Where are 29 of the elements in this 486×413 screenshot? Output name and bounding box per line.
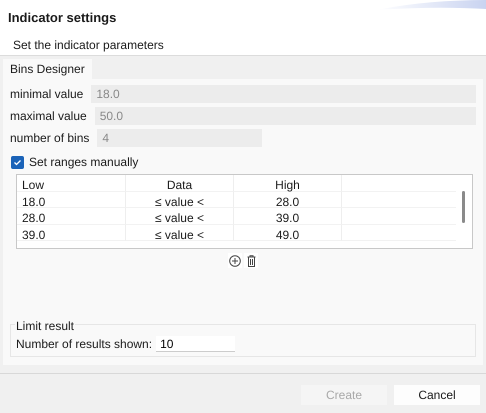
dialog-title: Indicator settings: [8, 9, 116, 27]
table-cell: 28.0: [234, 192, 342, 208]
table-cell: 18.0: [17, 192, 126, 208]
checkbox[interactable]: [11, 156, 24, 169]
table-cell: 49.0: [234, 224, 342, 242]
cancel-button[interactable]: Cancel: [394, 385, 480, 406]
delete-button[interactable]: [244, 253, 258, 268]
table-cell: 39.0: [234, 208, 342, 225]
field-label: minimal value: [10, 86, 84, 103]
add-button[interactable]: [228, 253, 242, 268]
column-header: Low: [17, 175, 126, 192]
results-count-field[interactable]: 10: [156, 336, 236, 352]
trash-icon: [246, 254, 256, 267]
table-cell: 28.0: [17, 208, 126, 225]
tab[interactable]: Bins Designer: [3, 59, 92, 80]
column-header: High: [234, 175, 342, 192]
field-label: maximal value: [10, 108, 87, 125]
checkbox-label: Set ranges manually: [29, 154, 138, 172]
dialog-subtitle: Set the indicator parameters: [13, 36, 164, 54]
checkmark-icon: [13, 158, 22, 167]
table-cell: ≤ value <: [126, 208, 234, 225]
scrollbar-thumb[interactable]: [462, 191, 465, 224]
field-label: number of bins: [10, 130, 90, 147]
add-icon: [229, 254, 241, 267]
table-cell: ≤ value <: [126, 224, 234, 242]
table-cell: ≤ value <: [126, 192, 234, 208]
field-label: Number of results shown:: [16, 336, 152, 354]
column-header: Data: [126, 175, 234, 192]
table-cell: 39.0: [17, 224, 126, 242]
